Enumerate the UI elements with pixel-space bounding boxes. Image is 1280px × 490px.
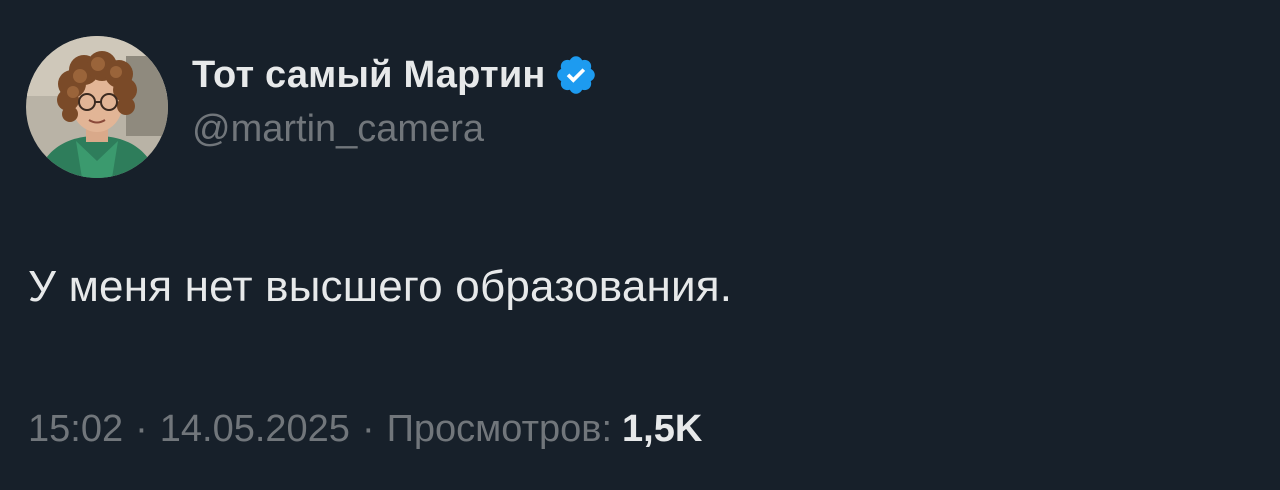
tweet-card: Тот самый Мартин @martin_camera У меня н… [0,0,1280,490]
views-count[interactable]: 1,5K [622,408,702,451]
avatar-photo [26,36,168,178]
tweet-author: Тот самый Мартин @martin_camera [192,50,598,151]
meta-separator: · [135,408,148,450]
verified-badge-icon [554,53,598,97]
avatar[interactable] [26,36,168,178]
tweet-meta: 15:02 · 14.05.2025 · Просмотров: 1,5K [28,408,702,451]
tweet-date[interactable]: 14.05.2025 [160,408,350,451]
tweet-text: У меня нет высшего образования. [28,262,733,311]
tweet-time[interactable]: 15:02 [28,408,123,451]
views-label: Просмотров: [386,408,613,450]
author-display-name[interactable]: Тот самый Мартин [192,54,546,97]
meta-separator: · [361,408,375,450]
author-handle[interactable]: @martin_camera [192,108,598,151]
author-name-row: Тот самый Мартин [192,50,598,100]
